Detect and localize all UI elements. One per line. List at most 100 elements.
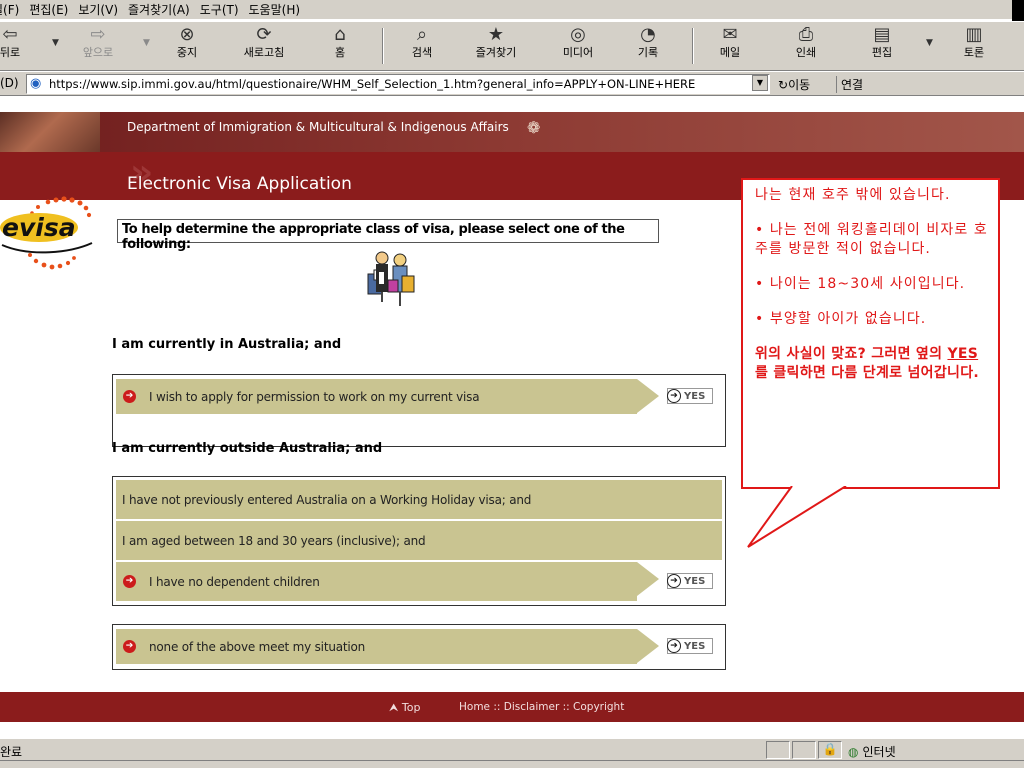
red-arrow-icon: ➔ <box>123 640 136 653</box>
refresh-label: 새로고침 <box>243 46 285 59</box>
option-text: I have no dependent children <box>149 574 320 589</box>
logo-e-mark: evisa <box>0 213 78 242</box>
menu-bar: 일(F) 편집(E) 보기(V) 즐겨찾기(A) 도구(T) 도움말(H) <box>0 0 1024 22</box>
yes-button[interactable]: ➔ YES <box>667 573 713 589</box>
edit-icon: ▤ <box>873 24 891 45</box>
home-button[interactable]: ⌂ 홈 <box>316 24 364 68</box>
footer-links[interactable]: Home :: Disclaimer :: Copyright <box>459 701 624 713</box>
edit-button[interactable]: ▤ 편집 <box>858 24 906 68</box>
logo-text: evisa <box>0 213 78 242</box>
search-label: 검색 <box>411 46 433 59</box>
back-dropdown-icon[interactable]: ▼ <box>52 38 59 48</box>
callout-line-3: • 나이는 18~30세 사이입니다. <box>755 276 966 292</box>
menu-edit[interactable]: 편집(E) <box>24 1 73 18</box>
option-text: none of the above meet my situation <box>149 639 366 654</box>
yes-label: YES <box>684 575 706 587</box>
favorites-icon: ★ <box>487 24 505 45</box>
status-pane <box>766 741 790 759</box>
people-illustration-icon <box>362 250 422 312</box>
history-button[interactable]: ◔ 기록 <box>624 24 672 68</box>
section-in-australia: I am currently in Australia; and <box>112 337 342 352</box>
stop-label: 중지 <box>176 46 198 59</box>
back-button[interactable]: ⇦ 뒤로 <box>0 24 34 68</box>
up-arrow-icon: ⮝ <box>389 701 399 714</box>
arrow-right-icon: ➔ <box>667 574 681 588</box>
option-none-of-above[interactable]: ➔ none of the above meet my situation ➔ … <box>116 629 722 664</box>
history-icon: ◔ <box>640 24 656 45</box>
media-button[interactable]: ◎ 미디어 <box>554 24 602 68</box>
instruction-box: To help determine the appropriate class … <box>117 219 659 252</box>
callout-line-2: • 나는 전에 워킹홀리데이 비자로 호주를 방문한 적이 없습니다. <box>755 222 988 257</box>
media-icon: ◎ <box>570 24 586 45</box>
forward-dropdown-icon[interactable]: ▼ <box>143 38 150 48</box>
coat-of-arms-icon: ❁ <box>527 118 541 137</box>
option-work-permission[interactable]: ➔ I wish to apply for permission to work… <box>116 379 722 414</box>
back-label: 뒤로 <box>0 46 21 59</box>
zone-label: 인터넷 <box>862 745 896 759</box>
toolbar-separator <box>692 28 694 64</box>
option-text: I wish to apply for permission to work o… <box>149 389 480 404</box>
window-brand-block <box>1012 0 1024 22</box>
lock-icon: 🔒 <box>818 741 842 759</box>
option-no-dependent-children[interactable]: ➔ I have no dependent children ➔ YES <box>116 562 722 601</box>
option-tail: ➔ YES <box>637 379 722 414</box>
refresh-button[interactable]: ⟳ 새로고침 <box>240 24 288 68</box>
stop-button[interactable]: ⊗ 중지 <box>163 24 211 68</box>
status-bar: 완료 🔒 ◍ 인터넷 <box>0 738 1024 760</box>
go-label: 이동 <box>788 78 811 92</box>
favorites-button[interactable]: ★ 즐겨찾기 <box>472 24 520 68</box>
favorites-label: 즐겨찾기 <box>475 46 517 59</box>
callout-line-4: • 부양할 아이가 없습니다. <box>755 311 927 327</box>
option-text: I am aged between 18 and 30 years (inclu… <box>122 533 426 548</box>
security-zone: ◍ 인터넷 <box>848 743 896 760</box>
menu-tools[interactable]: 도구(T) <box>195 1 244 18</box>
callout-line-5a: 위의 사실이 맞죠? 그러면 옆의 <box>755 346 948 362</box>
yes-button[interactable]: ➔ YES <box>667 388 713 404</box>
mail-button[interactable]: ✉ 메일 <box>706 24 754 68</box>
arrow-right-icon: ➔ <box>667 639 681 653</box>
option-group-outside-australia: I have not previously entered Australia … <box>112 476 726 606</box>
callout-line-5: 위의 사실이 맞죠? 그러면 옆의 YES 를 클릭하면 다름 단계로 넘어갑니… <box>755 345 990 383</box>
window-bottom-edge <box>0 760 1024 768</box>
forward-arrow-icon: ⇨ <box>90 24 106 45</box>
callout-yes-word: YES <box>947 346 979 362</box>
content-top-spacer <box>0 97 1024 112</box>
print-button[interactable]: ⎙ 인쇄 <box>782 24 830 68</box>
home-icon: ⌂ <box>334 24 346 45</box>
media-label: 미디어 <box>562 46 594 59</box>
go-button[interactable]: ↻이동 <box>778 76 810 93</box>
browser-toolbar: ⇦ 뒤로 ▼ ⇨ 앞으로 ▼ ⊗ 중지 ⟳ 새로고침 ⌂ 홈 ⌕ 검색 ★ 즐겨… <box>0 21 1024 71</box>
url-input[interactable] <box>49 77 749 91</box>
forward-button[interactable]: ⇨ 앞으로 <box>74 24 122 68</box>
menu-file[interactable]: 일(F) <box>0 1 24 18</box>
callout-tail <box>747 486 847 548</box>
mail-icon: ✉ <box>722 24 738 45</box>
callout-line-1: 나는 현재 호주 밖에 있습니다. <box>755 187 951 203</box>
discuss-label: 토론 <box>963 46 985 59</box>
menu-view[interactable]: 보기(V) <box>73 1 123 18</box>
search-button[interactable]: ⌕ 검색 <box>398 24 446 68</box>
annotation-callout: 나는 현재 호주 밖에 있습니다. • 나는 전에 워킹홀리데이 비자로 호주를… <box>741 178 1000 489</box>
status-pane <box>792 741 816 759</box>
option-tail: ➔ YES <box>637 562 722 601</box>
globe-icon: ◍ <box>848 744 859 759</box>
menu-favorites[interactable]: 즐겨찾기(A) <box>123 1 195 18</box>
edit-dropdown-icon[interactable]: ▼ <box>926 38 933 48</box>
discuss-button[interactable]: ▥ 토론 <box>950 24 998 68</box>
option-tail: ➔ YES <box>637 629 722 664</box>
option-group-in-australia: ➔ I wish to apply for permission to work… <box>112 374 726 447</box>
menu-help[interactable]: 도움말(H) <box>244 1 306 18</box>
address-field[interactable]: ◉ <box>26 74 770 94</box>
site-footer: ⮝ Top Home :: Disclaimer :: Copyright <box>0 692 1024 722</box>
section-outside-australia: I am currently outside Australia; and <box>112 441 383 456</box>
links-button[interactable]: 연결 <box>836 76 863 93</box>
top-label: Top <box>401 701 421 714</box>
toolbar-separator <box>382 28 384 64</box>
yes-button[interactable]: ➔ YES <box>667 638 713 654</box>
print-label: 인쇄 <box>795 46 817 59</box>
red-arrow-icon: ➔ <box>123 575 136 588</box>
top-link[interactable]: ⮝ Top <box>389 701 420 715</box>
mail-label: 메일 <box>719 46 741 59</box>
address-dropdown-icon[interactable]: ▼ <box>752 75 768 91</box>
edit-label: 편집 <box>871 46 893 59</box>
